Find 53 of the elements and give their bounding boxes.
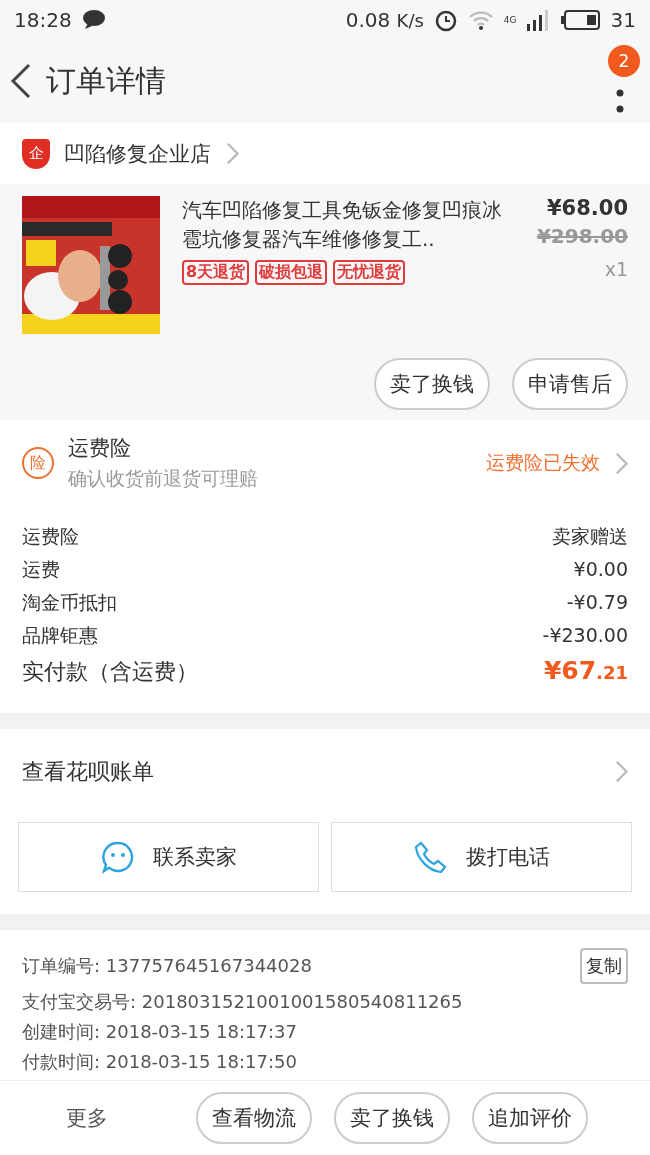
insurance-icon: 险 bbox=[22, 447, 54, 480]
more-link[interactable]: 更多 bbox=[66, 1104, 108, 1133]
action-button[interactable]: 卖了换钱 bbox=[334, 1092, 450, 1145]
cost-value: -¥230.00 bbox=[542, 624, 628, 647]
action-button[interactable]: 追加评价 bbox=[472, 1092, 588, 1145]
network-speed: 0.08 K/s bbox=[345, 7, 424, 32]
cost-value: 卖家赠送 bbox=[552, 524, 628, 550]
huabei-link[interactable]: 查看花呗账单 bbox=[22, 756, 154, 787]
contact-button[interactable]: 联系卖家 bbox=[18, 822, 319, 893]
order-info-text: 付款时间: 2018-03-15 18:17:50 bbox=[22, 1050, 297, 1075]
cost-label: 实付款（含运费） bbox=[22, 658, 198, 687]
shop-name[interactable]: 凹陷修复企业店 bbox=[64, 139, 211, 168]
original-price: ¥298.00 bbox=[536, 224, 628, 249]
message-icon bbox=[81, 8, 106, 31]
wifi-icon bbox=[467, 8, 494, 31]
chevron-right-icon bbox=[614, 450, 628, 476]
shop-logo: 企 bbox=[22, 138, 50, 169]
cost-value: ¥67.21 bbox=[543, 656, 628, 686]
network-type: 4G bbox=[503, 14, 517, 25]
chevron-right-icon bbox=[225, 141, 239, 167]
product-title[interactable]: 汽车凹陷修复工具免钣金修复凹痕冰雹坑修复器汽车维修修复工.. bbox=[182, 196, 515, 255]
page-title: 订单详情 bbox=[46, 61, 166, 100]
order-info-text: 订单编号: 137757645167344028 bbox=[22, 954, 312, 979]
battery-level: 31 bbox=[610, 7, 636, 32]
insurance-subtitle: 确认收货前退货可理赔 bbox=[68, 466, 259, 492]
contact-button[interactable]: 拨打电话 bbox=[331, 822, 632, 893]
service-tag: 破损包退 bbox=[255, 260, 328, 286]
notification-badge: 2 bbox=[608, 45, 640, 78]
chat-face-icon bbox=[100, 840, 135, 875]
order-info-text: 支付宝交易号: 2018031521001001580540811265 bbox=[22, 990, 463, 1015]
product-price: ¥68.00 bbox=[546, 196, 628, 221]
phone-icon bbox=[413, 840, 448, 875]
chevron-right-icon bbox=[614, 759, 628, 785]
cost-label: 运费 bbox=[22, 557, 60, 583]
service-tag: 8天退货 bbox=[182, 260, 250, 286]
cost-value: ¥0.00 bbox=[573, 558, 628, 581]
order-info-text: 创建时间: 2018-03-15 18:17:37 bbox=[22, 1020, 297, 1045]
status-time: 18:28 bbox=[14, 7, 72, 32]
copy-button[interactable]: 复制 bbox=[580, 948, 628, 985]
battery-icon bbox=[560, 8, 601, 31]
back-icon[interactable] bbox=[10, 63, 32, 100]
action-button[interactable]: 卖了换钱 bbox=[374, 358, 490, 411]
more-icon[interactable] bbox=[616, 89, 624, 114]
cost-label: 淘金币抵扣 bbox=[22, 590, 117, 616]
signal-icon bbox=[526, 8, 551, 31]
cost-value: -¥0.79 bbox=[566, 591, 628, 614]
cost-label: 品牌钜惠 bbox=[22, 623, 98, 649]
quantity: x1 bbox=[604, 258, 628, 281]
action-button[interactable]: 申请售后 bbox=[512, 358, 628, 411]
action-button[interactable]: 查看物流 bbox=[196, 1092, 312, 1145]
insurance-title: 运费险 bbox=[68, 435, 132, 463]
cost-label: 运费险 bbox=[22, 524, 79, 550]
service-tag: 无忧退货 bbox=[333, 260, 406, 286]
